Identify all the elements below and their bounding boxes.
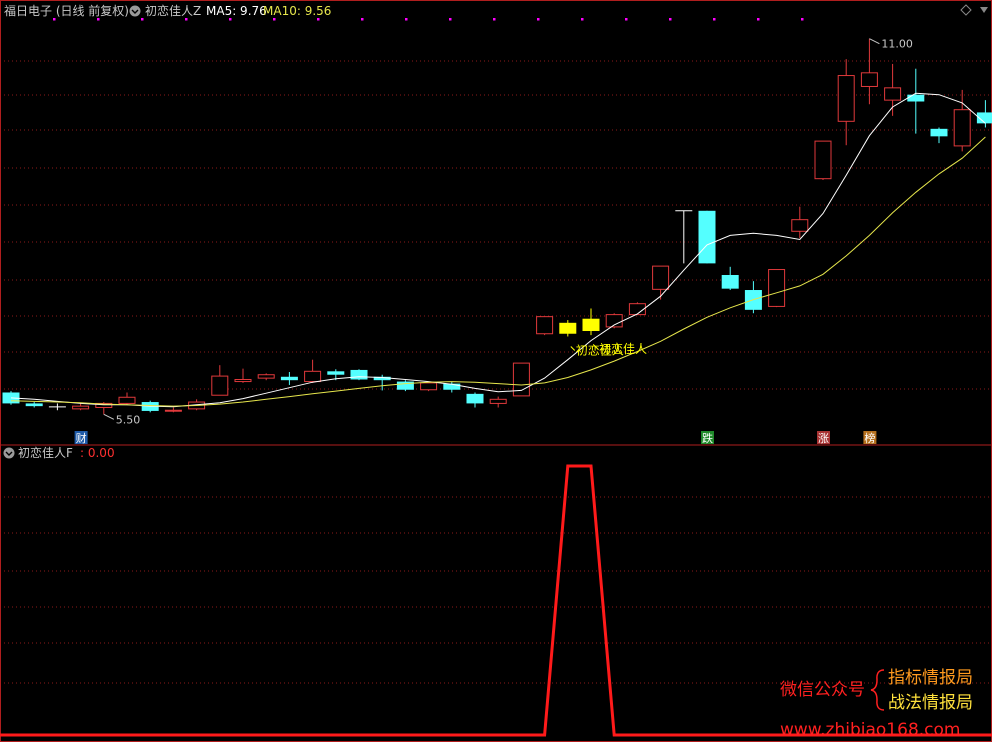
- badge: 跌: [701, 431, 714, 445]
- ma10-line: [10, 136, 986, 407]
- candle-body: [559, 322, 577, 334]
- top-dot: [757, 18, 760, 21]
- annotations: 11.005.50初恋佳人初恋佳人财跌涨榜: [74, 38, 913, 445]
- candle-body: [257, 374, 275, 379]
- top-dot: [669, 18, 672, 21]
- top-dot: [449, 18, 452, 21]
- candle-body: [164, 409, 182, 412]
- badge: 涨: [817, 431, 830, 445]
- watermark-url: www.zhibiao168.com: [780, 720, 960, 740]
- diamond-icon[interactable]: [960, 4, 972, 16]
- candle-body: [860, 72, 878, 87]
- signal-marker-line: [570, 346, 576, 351]
- candle-body: [907, 94, 925, 102]
- badge: 榜: [863, 431, 877, 445]
- indicator-menu-icon[interactable]: [129, 5, 141, 17]
- top-dot: [97, 18, 100, 21]
- sub-indicator-menu-icon[interactable]: [3, 447, 15, 459]
- candle-body: [420, 382, 438, 391]
- candle-body: [466, 393, 484, 404]
- triangle-down-icon[interactable]: [980, 7, 988, 13]
- top-dot: [581, 18, 584, 21]
- candle-body: [72, 405, 90, 410]
- sub-indicator-name: 初恋佳人F: [18, 445, 73, 460]
- sub-indicator-value: : 0.00: [80, 446, 115, 460]
- candle-body: [930, 128, 948, 137]
- candle-body: [25, 403, 43, 407]
- candle-body: [350, 369, 368, 380]
- watermark-line1: 指标情报局: [888, 668, 973, 688]
- badge-text: 榜: [864, 431, 875, 445]
- ma5-value: MA5: 9.76: [206, 4, 267, 18]
- ma5-line: [10, 92, 986, 408]
- badge: 财: [74, 431, 88, 445]
- indicator-name: 初恋佳人Z: [145, 3, 201, 18]
- stock-chart[interactable]: 11.005.50初恋佳人初恋佳人财跌涨榜 福日电子 (日线 前复权) 初恋佳人…: [0, 0, 992, 742]
- candle-body: [698, 210, 716, 264]
- candle-body: [327, 371, 345, 375]
- candle-body: [304, 370, 322, 383]
- candle-body: [884, 87, 902, 101]
- candle-body: [280, 376, 298, 381]
- candle-body: [953, 109, 971, 147]
- stock-title: 福日电子 (日线 前复权): [4, 3, 129, 18]
- top-dot: [405, 18, 408, 21]
- candle-body: [582, 318, 600, 332]
- top-dot: [537, 18, 540, 21]
- candle-body: [118, 396, 136, 404]
- candle-body: [791, 219, 809, 232]
- top-dot: [229, 18, 232, 21]
- candle-body: [211, 375, 229, 396]
- badge-text: 涨: [818, 432, 829, 445]
- ma10-value: MA10: 9.56: [263, 4, 331, 18]
- high-marker-line: [869, 38, 880, 45]
- high-label: 11.00: [881, 38, 913, 51]
- top-dot: [625, 18, 628, 21]
- candle-body: [837, 75, 855, 122]
- top-dot: [713, 18, 716, 21]
- candle-body: [768, 269, 786, 307]
- top-dot: [801, 18, 804, 21]
- candle-body: [814, 140, 832, 180]
- top-dot: [141, 18, 144, 21]
- signal-label: 初恋佳人: [599, 341, 647, 356]
- badge-text: 跌: [702, 431, 713, 445]
- badge-text: 财: [76, 431, 87, 445]
- top-dot: [273, 18, 276, 21]
- low-marker-line: [103, 413, 115, 420]
- watermark-line2: 战法情报局: [888, 693, 973, 713]
- candle-body: [234, 379, 252, 383]
- top-dot: [493, 18, 496, 21]
- candle-body: [489, 398, 507, 404]
- candle-body: [721, 274, 739, 289]
- top-dot: [317, 18, 320, 21]
- watermark-left: 微信公众号: [780, 680, 865, 700]
- brace-shape: [870, 669, 885, 711]
- candle-body: [536, 316, 554, 335]
- top-dot: [185, 18, 188, 21]
- low-label: 5.50: [116, 413, 141, 426]
- top-dot: [361, 18, 364, 21]
- top-dot: [53, 18, 56, 21]
- candle-body: [652, 265, 670, 290]
- candles: [2, 38, 992, 415]
